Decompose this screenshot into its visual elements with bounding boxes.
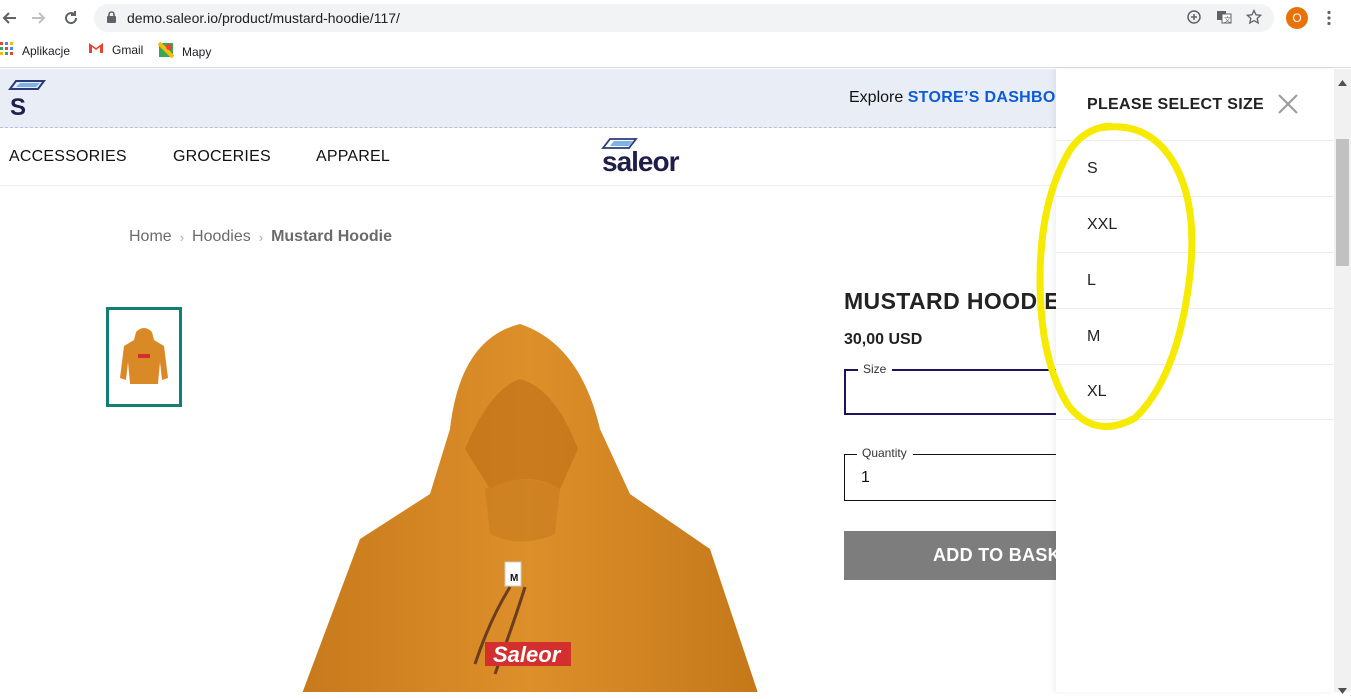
size-option-s[interactable]: S — [1056, 140, 1334, 196]
size-tag-text: M — [510, 573, 518, 584]
forward-icon[interactable] — [28, 8, 48, 28]
size-option-xl[interactable]: XL — [1056, 364, 1334, 420]
size-option-m[interactable]: M — [1056, 308, 1334, 364]
add-to-basket-button[interactable]: ADD TO BASKET — [844, 531, 1074, 580]
dashboard-link[interactable]: STORE’S DASHBOA — [908, 89, 1068, 106]
nav-item-apparel[interactable]: APPAREL — [316, 148, 390, 166]
product-main-image: M Saleor — [300, 319, 760, 692]
nav-item-accessories[interactable]: ACCESSORIES — [9, 148, 127, 166]
page-scrollbar[interactable] — [1334, 69, 1351, 694]
hoodie-print-text: Saleor — [493, 642, 562, 667]
close-icon[interactable] — [1277, 93, 1299, 115]
profile-avatar[interactable]: O — [1286, 7, 1308, 29]
bookmark-label: Mapy — [182, 44, 212, 59]
reload-icon[interactable] — [61, 8, 81, 28]
browser-toolbar: demo.saleor.io/product/mustard-hoodie/11… — [0, 0, 1351, 36]
size-selection-panel: PLEASE SELECT SIZE S XXL L M XL — [1056, 69, 1334, 692]
breadcrumb-home[interactable]: Home — [129, 228, 172, 246]
product-price: 30,00 USD — [844, 331, 923, 348]
address-bar[interactable]: demo.saleor.io/product/mustard-hoodie/11… — [94, 4, 1274, 32]
bookmark-star-icon[interactable] — [1245, 8, 1263, 30]
breadcrumb-separator: › — [258, 229, 264, 245]
svg-text:文: 文 — [1224, 15, 1231, 24]
scrollbar-thumb[interactable] — [1336, 139, 1349, 266]
breadcrumb-category[interactable]: Hoodies — [192, 228, 251, 246]
saleor-logo-text: saleor — [602, 146, 680, 176]
bookmark-gmail[interactable]: Gmail — [88, 42, 143, 57]
product-title: MUSTARD HOODIE — [844, 288, 1061, 314]
size-label: Size — [858, 362, 893, 376]
size-option-xxl[interactable]: XXL — [1056, 196, 1334, 252]
menu-dots-icon[interactable] — [1326, 10, 1332, 31]
maps-icon — [157, 41, 175, 61]
zoom-plus-icon[interactable] — [1186, 9, 1202, 30]
quantity-input[interactable]: Quantity 1 — [844, 446, 1084, 501]
saleor-logo[interactable]: saleor — [600, 136, 695, 181]
bookmark-maps[interactable]: Mapy — [157, 41, 212, 61]
apps-grid-icon — [0, 42, 14, 59]
explore-dashboard-text: Explore STORE’S DASHBOA — [849, 89, 1067, 107]
bookmark-label: Gmail — [112, 42, 144, 57]
gmail-icon — [88, 42, 104, 57]
size-option-l[interactable]: L — [1056, 252, 1334, 308]
back-icon[interactable] — [0, 8, 20, 28]
breadcrumb-separator: › — [179, 229, 185, 245]
explore-prefix: Explore — [849, 89, 904, 106]
translate-icon[interactable]: 文 — [1216, 9, 1232, 30]
quantity-value: 1 — [861, 469, 870, 486]
size-panel-title: PLEASE SELECT SIZE — [1087, 96, 1264, 113]
breadcrumb: Home › Hoodies › Mustard Hoodie — [129, 228, 392, 246]
scroll-up-arrow-icon[interactable] — [1338, 73, 1347, 91]
size-options-list: S XXL L M XL — [1056, 140, 1334, 420]
scroll-down-arrow-icon[interactable] — [1338, 681, 1347, 699]
product-thumbnail[interactable] — [106, 307, 182, 407]
quantity-label: Quantity — [857, 446, 913, 460]
bookmark-apps[interactable]: Aplikacje — [0, 42, 70, 59]
nav-item-groceries[interactable]: GROCERIES — [173, 148, 271, 166]
size-select[interactable]: Size — [844, 362, 1084, 415]
saleor-s-logo[interactable]: S — [6, 79, 46, 122]
lock-icon — [106, 11, 117, 29]
breadcrumb-current: Mustard Hoodie — [271, 228, 392, 245]
bookmark-label: Aplikacje — [22, 43, 71, 58]
bookmarks-bar: Aplikacje Gmail Mapy — [0, 36, 1351, 68]
url-text: demo.saleor.io/product/mustard-hoodie/11… — [127, 10, 400, 26]
s-logo-letter: S — [10, 94, 26, 117]
